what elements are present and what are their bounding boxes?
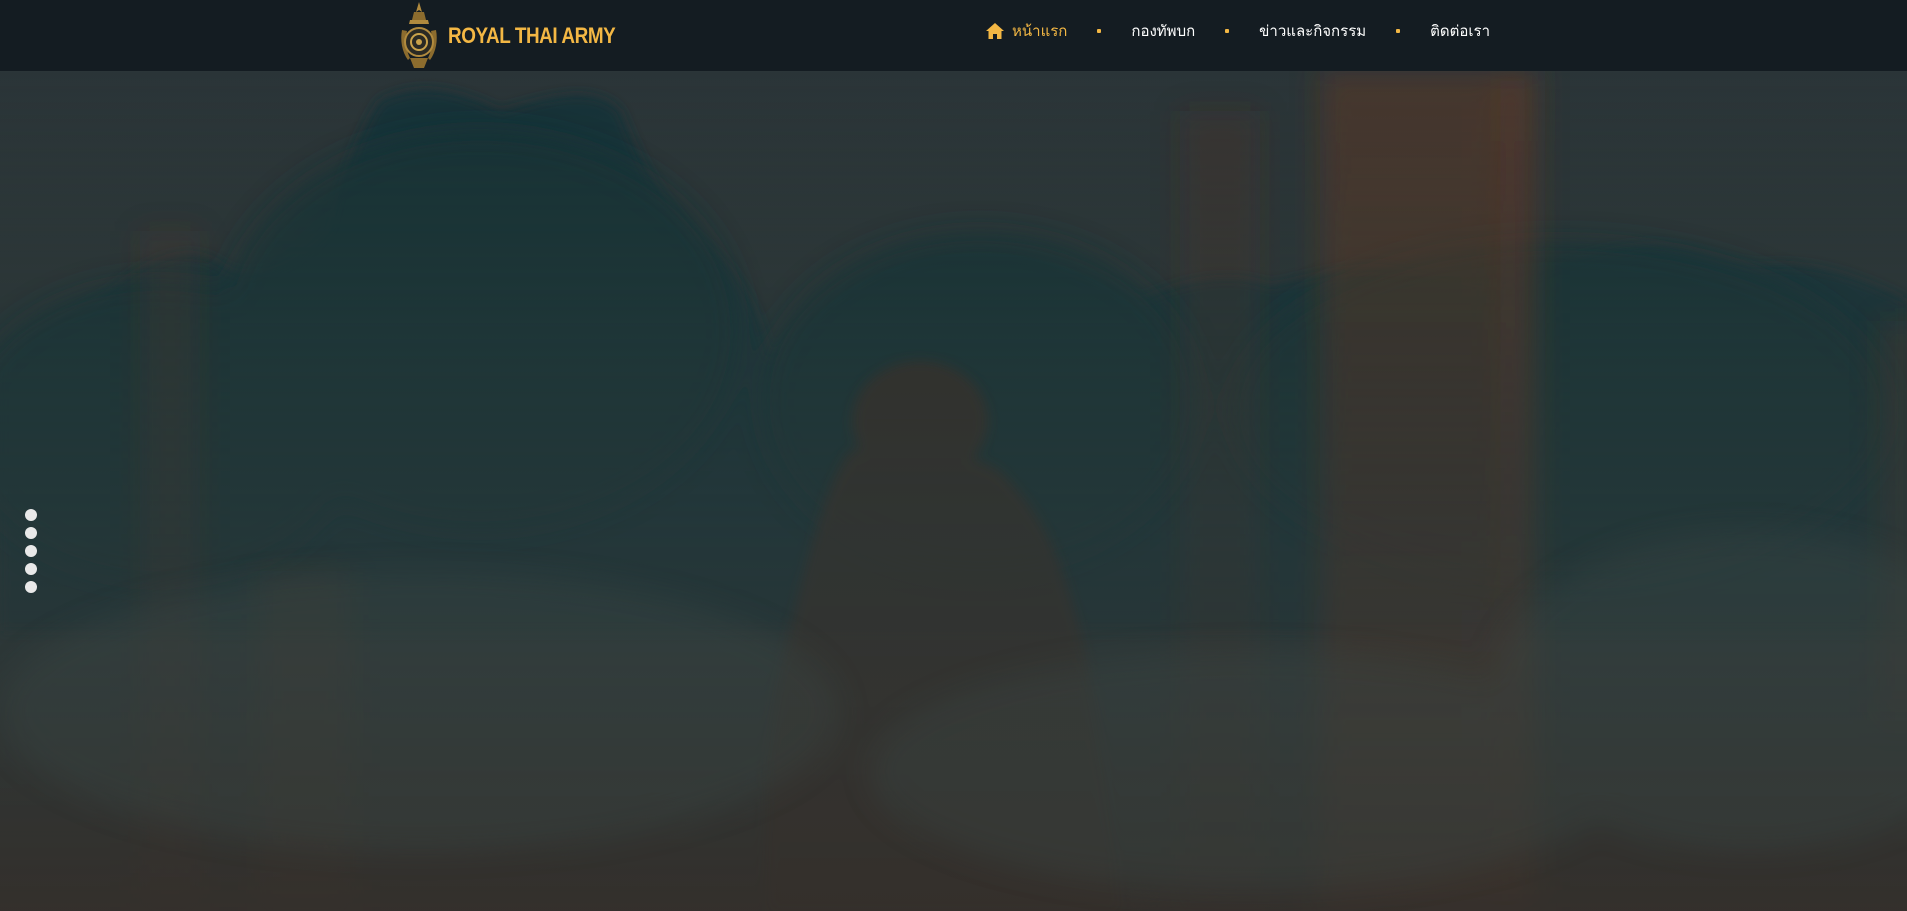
nav-item-home-label: หน้าแรก: [1012, 22, 1068, 40]
nav-item-contact[interactable]: ติดต่อเรา: [1430, 19, 1490, 43]
slider-dot[interactable]: [25, 545, 37, 557]
nav-item-army[interactable]: กองทัพบก: [1131, 19, 1195, 43]
page: ROYAL THAI ARMY หน้าแรก กองทัพบก ข่าวและ…: [0, 0, 1907, 911]
slider-dot[interactable]: [25, 563, 37, 575]
nav-item-home[interactable]: หน้าแรก: [985, 19, 1067, 43]
nav-item-news[interactable]: ข่าวและกิจกรรม: [1259, 19, 1366, 43]
slider-dot[interactable]: [25, 581, 37, 593]
hero-scene-graphic: [0, 71, 1907, 911]
slider-pagination: [25, 509, 37, 599]
logo-text: ROYAL THAI ARMY: [448, 22, 616, 48]
home-icon: [986, 23, 1004, 39]
slider-dot[interactable]: [25, 527, 37, 539]
nav-separator: [1097, 29, 1102, 33]
hero-background-image: [0, 71, 1907, 911]
slider-dot[interactable]: [25, 509, 37, 521]
army-emblem-icon: [401, 2, 437, 68]
nav-separator: [1396, 29, 1401, 33]
nav-separator: [1225, 29, 1230, 33]
main-nav: หน้าแรก กองทัพบก ข่าวและกิจกรรม ติดต่อเร…: [985, 0, 1490, 62]
site-header: ROYAL THAI ARMY หน้าแรก กองทัพบก ข่าวและ…: [0, 0, 1907, 71]
site-logo[interactable]: ROYAL THAI ARMY: [398, 0, 643, 71]
